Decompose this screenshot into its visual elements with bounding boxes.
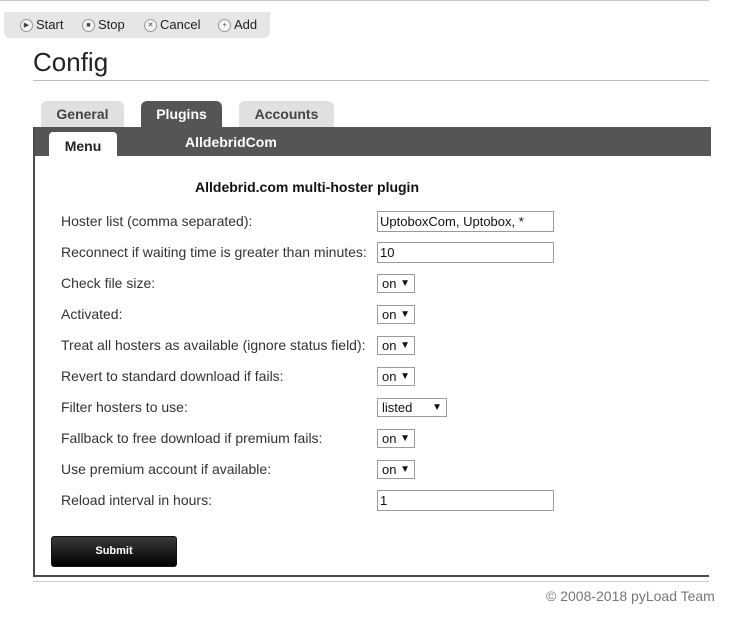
close-icon: ✕	[144, 19, 157, 32]
tab-accounts[interactable]: Accounts	[239, 101, 334, 127]
reconnect-label: Reconnect if waiting time is greater tha…	[61, 244, 367, 260]
plugin-subnav-bar: Menu AlldebridCom	[35, 127, 711, 158]
reconnect-input[interactable]: 10	[377, 242, 554, 263]
plugin-description: Alldebrid.com multi-hoster plugin	[195, 179, 419, 195]
revert-value: on	[382, 369, 397, 384]
dropdown-arrow-icon: ▼	[400, 278, 410, 289]
dropdown-arrow-icon: ▼	[400, 371, 410, 382]
ignore-status-select[interactable]: on ▼	[377, 336, 415, 355]
dropdown-arrow-icon: ▼	[400, 433, 410, 444]
menu-tab[interactable]: Menu	[49, 132, 117, 158]
plugin-config-panel: Menu AlldebridCom Alldebrid.com multi-ho…	[33, 127, 711, 577]
fallback-free-label: Fallback to free download if premium fai…	[61, 430, 323, 446]
start-label: Start	[36, 17, 64, 32]
stop-label: Stop	[98, 17, 125, 32]
use-premium-label: Use premium account if available:	[61, 461, 272, 477]
add-label: Add	[234, 17, 258, 32]
top-border	[0, 0, 709, 1]
current-plugin-name: AlldebridCom	[185, 134, 277, 150]
dropdown-arrow-icon: ▼	[432, 402, 442, 413]
footer-copyright: © 2008-2018 pyLoad Team	[546, 588, 715, 604]
cancel-label: Cancel	[160, 17, 201, 32]
ignore-status-label: Treat all hosters as available (ignore s…	[61, 337, 366, 353]
ignore-status-value: on	[382, 338, 397, 353]
reload-interval-label: Reload interval in hours:	[61, 492, 212, 508]
submit-button[interactable]: Submit	[51, 536, 177, 567]
title-divider	[33, 80, 709, 81]
dropdown-arrow-icon: ▼	[400, 464, 410, 475]
reload-interval-input[interactable]: 1	[377, 490, 554, 511]
use-premium-value: on	[382, 462, 397, 477]
fallback-free-value: on	[382, 431, 397, 446]
filter-hosters-value: listed	[382, 400, 413, 415]
use-premium-select[interactable]: on ▼	[377, 460, 415, 479]
check-file-size-select[interactable]: on ▼	[377, 274, 415, 293]
play-icon: ▶	[20, 19, 33, 32]
revert-select[interactable]: on ▼	[377, 367, 415, 386]
tab-plugins[interactable]: Plugins	[141, 101, 222, 127]
hoster-list-label: Hoster list (comma separated):	[61, 213, 253, 229]
dropdown-arrow-icon: ▼	[400, 340, 410, 351]
plus-icon: +	[218, 19, 231, 32]
filter-hosters-select[interactable]: listed ▼	[377, 398, 447, 417]
check-file-size-value: on	[382, 276, 397, 291]
footer-divider	[33, 581, 709, 582]
tab-general[interactable]: General	[41, 101, 124, 127]
activated-select[interactable]: on ▼	[377, 305, 415, 324]
revert-label: Revert to standard download if fails:	[61, 368, 284, 384]
filter-hosters-label: Filter hosters to use:	[61, 399, 188, 415]
toolbar: ▶ Start ■ Stop ✕ Cancel + Add	[4, 12, 270, 38]
activated-label: Activated:	[61, 306, 123, 322]
check-file-size-label: Check file size:	[61, 275, 156, 291]
dropdown-arrow-icon: ▼	[400, 309, 410, 320]
activated-value: on	[382, 307, 397, 322]
hoster-list-input[interactable]: UptoboxCom, Uptobox, *	[377, 211, 554, 232]
page-title: Config	[33, 47, 109, 77]
fallback-free-select[interactable]: on ▼	[377, 429, 415, 448]
stop-icon: ■	[82, 19, 95, 32]
